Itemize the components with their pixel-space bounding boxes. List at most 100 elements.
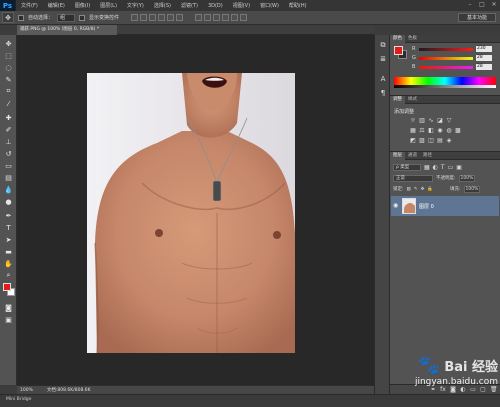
close-button[interactable]: ✕ (490, 1, 498, 9)
menu-image[interactable]: 图像(I) (70, 2, 95, 9)
menu-layer[interactable]: 图层(L) (95, 2, 122, 9)
align-left-icon[interactable] (158, 14, 166, 21)
filter-text-icon[interactable]: T (441, 164, 445, 171)
lock-all-icon[interactable]: 🔒 (427, 187, 433, 192)
lock-position-icon[interactable]: ✥ (421, 187, 425, 192)
distribute-left-icon[interactable] (222, 14, 230, 21)
type-tool-icon[interactable]: T (3, 223, 14, 232)
eyedropper-tool-icon[interactable]: ⁄ (3, 99, 14, 108)
auto-select-checkbox[interactable] (18, 14, 24, 21)
marquee-tool-icon[interactable]: ⬚ (3, 51, 14, 60)
exposure-icon[interactable]: ◪ (437, 118, 443, 124)
menu-filter[interactable]: 滤镜(T) (176, 2, 203, 9)
screen-mode-icon[interactable]: ▣ (3, 315, 14, 324)
paragraph-panel-icon[interactable]: ¶ (379, 89, 387, 97)
move-icon[interactable]: ✥ (2, 12, 14, 23)
quick-select-tool-icon[interactable]: ✎ (3, 75, 14, 84)
posterize-icon[interactable]: ▨ (419, 138, 425, 144)
menu-type[interactable]: 文字(Y) (122, 2, 149, 9)
lasso-tool-icon[interactable]: ◌ (3, 63, 14, 72)
menu-3d[interactable]: 3D(D) (203, 3, 228, 9)
quick-mask-icon[interactable]: ◙ (3, 303, 14, 312)
filter-adjust-icon[interactable]: ◐ (433, 164, 438, 171)
visibility-eye-icon[interactable]: ◉ (393, 203, 399, 209)
color-balance-icon[interactable]: ⚖ (419, 128, 425, 134)
align-top-icon[interactable] (131, 14, 139, 21)
mini-bridge-tab[interactable]: Mini Bridge (6, 397, 31, 402)
menu-edit[interactable]: 编辑(E) (43, 2, 70, 9)
color-spectrum-ramp[interactable] (394, 77, 496, 85)
document-size-info[interactable]: 文档:808.6K/808.6K (47, 387, 91, 393)
distribute-top-icon[interactable] (195, 14, 203, 21)
channel-mixer-icon[interactable]: ◍ (446, 128, 452, 134)
green-value-field[interactable]: 28 (476, 55, 492, 61)
menu-help[interactable]: 帮助(H) (284, 2, 312, 9)
distribute-right-icon[interactable] (240, 14, 248, 21)
layer-row[interactable]: ◉ 图层 0 (391, 196, 499, 216)
red-slider[interactable] (419, 47, 473, 51)
stamp-tool-icon[interactable]: ⊥ (3, 137, 14, 146)
color-panel-foreground[interactable] (394, 46, 403, 55)
pen-tool-icon[interactable]: ✒ (3, 211, 14, 220)
fill-field[interactable]: 100% (463, 185, 480, 193)
black-white-icon[interactable]: ◧ (428, 128, 434, 134)
levels-icon[interactable]: ▥ (419, 118, 425, 124)
filter-pixel-icon[interactable]: ▦ (424, 164, 430, 171)
align-right-icon[interactable] (176, 14, 184, 21)
tab-channels[interactable]: 通道 (405, 152, 420, 160)
show-transform-checkbox[interactable] (79, 14, 86, 21)
document-image[interactable] (87, 73, 295, 353)
crop-tool-icon[interactable]: ⌗ (3, 87, 14, 96)
align-bottom-icon[interactable] (149, 14, 157, 21)
dodge-tool-icon[interactable]: ● (3, 197, 14, 206)
hand-tool-icon[interactable]: ✋ (3, 259, 14, 268)
tab-color[interactable]: 颜色 (390, 34, 405, 43)
menu-window[interactable]: 窗口(W) (255, 2, 284, 9)
eraser-tool-icon[interactable]: ▭ (3, 161, 14, 170)
tab-styles[interactable]: 样式 (405, 96, 420, 104)
opacity-field[interactable]: 100% (458, 174, 475, 182)
invert-icon[interactable]: ◩ (410, 138, 416, 144)
grayscale-ramp[interactable] (394, 85, 496, 88)
tab-layers[interactable]: 图层 (390, 151, 405, 160)
canvas-area[interactable] (17, 35, 374, 385)
align-hcenter-icon[interactable] (167, 14, 175, 21)
layer-name[interactable]: 图层 0 (419, 203, 434, 210)
tab-paths[interactable]: 路径 (420, 152, 435, 160)
gradient-map-icon[interactable]: ▤ (437, 138, 443, 144)
tab-swatches[interactable]: 色板 (405, 35, 420, 43)
blur-tool-icon[interactable]: 💧 (3, 185, 14, 194)
history-panel-icon[interactable]: ⧉ (379, 41, 387, 49)
brightness-icon[interactable]: ☼ (410, 118, 416, 124)
layer-filter-type[interactable]: ρ 类型 (393, 163, 421, 171)
red-value-field[interactable]: 230 (476, 46, 492, 52)
tab-adjustments[interactable]: 调整 (390, 95, 405, 104)
menu-select[interactable]: 选择(S) (149, 2, 176, 9)
photo-filter-icon[interactable]: ◉ (437, 128, 443, 134)
color-lookup-icon[interactable]: ▩ (455, 128, 461, 134)
menu-view[interactable]: 视图(V) (228, 2, 255, 9)
history-brush-icon[interactable]: ↺ (3, 149, 14, 158)
path-select-tool-icon[interactable]: ➤ (3, 235, 14, 244)
move-tool-icon[interactable]: ✥ (3, 39, 14, 48)
filter-smart-icon[interactable]: ▣ (456, 164, 462, 171)
blue-value-field[interactable]: 28 (476, 64, 492, 70)
auto-select-dropdown[interactable]: 组 (57, 13, 76, 22)
zoom-tool-icon[interactable]: ⌕ (3, 271, 14, 280)
threshold-icon[interactable]: ◫ (428, 138, 434, 144)
brush-tool-icon[interactable]: ✐ (3, 125, 14, 134)
vibrance-icon[interactable]: ▽ (446, 118, 452, 124)
align-vcenter-icon[interactable] (140, 14, 148, 21)
foreground-color-swatch[interactable] (3, 283, 11, 291)
curves-icon[interactable]: ∿ (428, 118, 434, 124)
workspace-switcher[interactable]: 基本功能 (458, 13, 496, 22)
lock-transparent-icon[interactable]: ▧ (407, 187, 411, 192)
filter-shape-icon[interactable]: ▭ (448, 164, 454, 171)
properties-panel-icon[interactable]: ≣ (379, 55, 387, 63)
hue-saturation-icon[interactable]: ▦ (410, 128, 416, 134)
selective-color-icon[interactable]: ◈ (446, 138, 452, 144)
green-slider[interactable] (419, 56, 473, 60)
shape-tool-icon[interactable]: ▬ (3, 247, 14, 256)
maximize-button[interactable]: □ (478, 1, 486, 9)
gradient-tool-icon[interactable]: ▤ (3, 173, 14, 182)
